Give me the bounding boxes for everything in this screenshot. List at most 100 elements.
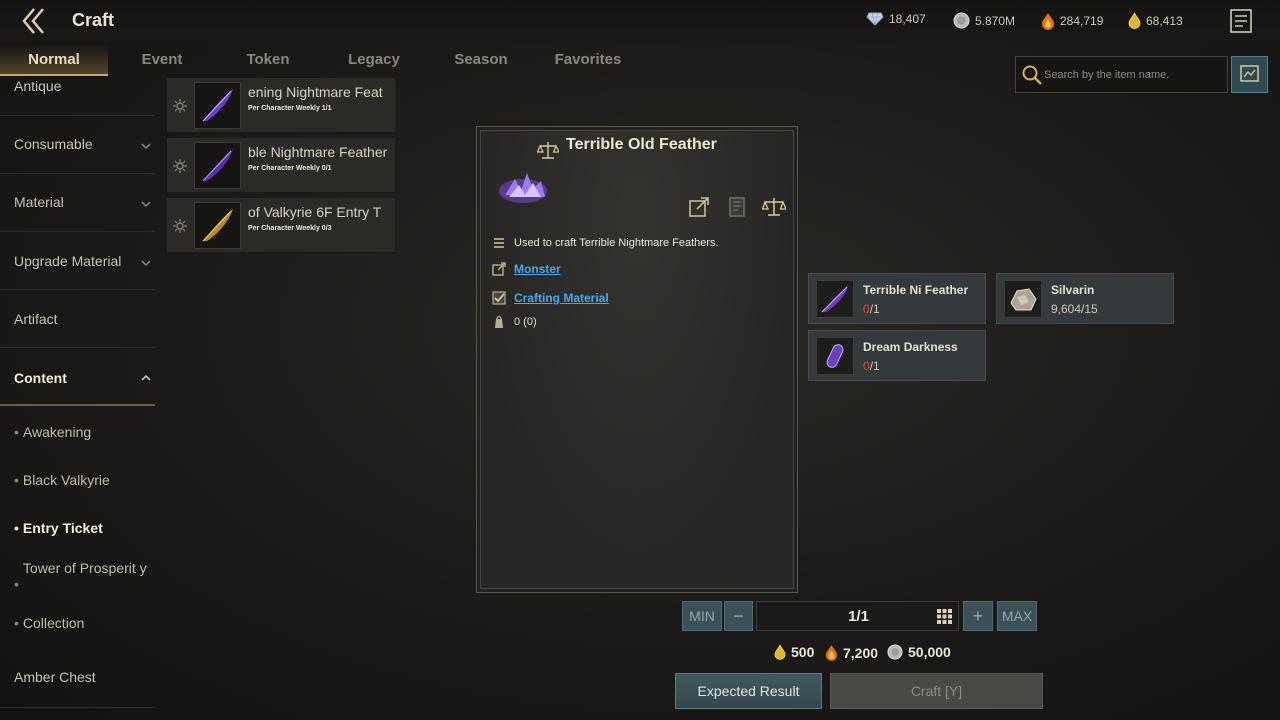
purple-feather-icon — [202, 149, 233, 182]
external-link-icon[interactable] — [687, 195, 711, 219]
min-button[interactable]: MIN — [682, 601, 722, 631]
sidebar-item-artifact[interactable]: Artifact — [0, 290, 155, 348]
sidebar-item-antique[interactable]: Antique — [0, 58, 155, 116]
tab-season[interactable]: Season — [427, 44, 535, 76]
cost-silver: 50,000 — [887, 644, 951, 660]
currency-value: 18,407 — [889, 12, 926, 26]
sidebar-subitem-awakening[interactable]: • Awakening — [14, 424, 154, 440]
chevron-down-icon — [141, 260, 151, 267]
plus-button[interactable]: + — [963, 601, 993, 631]
cost-value: 50,000 — [908, 644, 951, 660]
external-link-icon — [492, 262, 506, 276]
tab-legacy[interactable]: Legacy — [320, 44, 428, 76]
item-description: Used to craft Terrible Nightmare Feather… — [514, 237, 719, 249]
sidebar-subitem-label: Awakening — [22, 424, 92, 440]
bag-icon — [495, 316, 503, 328]
item-thumbnail — [194, 142, 241, 189]
quantity-field[interactable]: 1/1 — [756, 601, 959, 631]
silver-ore-icon — [1010, 288, 1037, 311]
currency-value: 5.870M — [975, 13, 1016, 28]
source-link[interactable]: Monster — [514, 262, 561, 276]
max-button[interactable]: MAX — [997, 601, 1037, 631]
sidebar-subitem-label: Black Valkyrie — [22, 472, 110, 488]
recipe-name: of Valkyrie 6F Entry T — [248, 204, 382, 220]
material-need: /1 — [869, 302, 880, 316]
purple-crystal-feather-icon — [499, 173, 547, 203]
purple-feather-icon — [202, 89, 233, 122]
red-flame-icon — [1042, 13, 1054, 30]
item-thumbnail — [194, 82, 241, 129]
gear-icon — [173, 99, 187, 113]
chevron-down-icon — [141, 201, 151, 208]
double-chevron-left-icon[interactable] — [20, 6, 48, 36]
map-button[interactable] — [1231, 56, 1268, 93]
quantity-value: 1/1 — [848, 608, 869, 625]
golden-feather-icon — [202, 209, 233, 242]
recipe-name: ble Nightmare Feather — [248, 144, 388, 160]
gear-icon — [173, 219, 187, 233]
type-link[interactable]: Crafting Material — [514, 291, 609, 305]
sidebar-subitem-label: Tower of Prosperit y — [22, 560, 147, 576]
currency-silver: 5.870M — [953, 12, 1015, 29]
gold-drop-icon — [1128, 12, 1141, 29]
minus-button[interactable]: − — [724, 601, 753, 631]
recipe-name: ening Nightmare Feat — [248, 84, 383, 100]
red-flame-icon — [825, 645, 838, 661]
owned-count: 0 (0) — [514, 316, 537, 328]
recipe-list-item[interactable]: of Valkyrie 6F Entry T Per Character Wee… — [167, 198, 395, 253]
cost-value: 7,200 — [843, 644, 879, 661]
sidebar-subitem-black-valkyrie[interactable]: • Black Valkyrie — [14, 472, 154, 488]
currency-value: 68,413 — [1146, 13, 1183, 28]
material-thumbnail — [816, 337, 854, 375]
list-menu-icon[interactable] — [1229, 8, 1255, 34]
currency-flame: 284,719 — [1041, 12, 1103, 30]
sidebar-item-upgrade-material[interactable]: Upgrade Material — [0, 232, 155, 290]
material-slot[interactable]: Dream Darkness 0/1 — [808, 330, 986, 381]
tab-token[interactable]: Token — [214, 44, 322, 76]
sidebar-subitem-label: Collection — [22, 615, 85, 631]
sidebar-item-consumable[interactable]: Consumable — [0, 116, 155, 174]
sidebar-subitem-collection[interactable]: • Collection — [14, 615, 154, 631]
sidebar-item-label: Material — [14, 194, 64, 210]
item-title: Terrible Old Feather — [566, 136, 717, 153]
material-quantity: 9,604/15 — [1051, 302, 1098, 316]
material-name: Dream Darkness — [863, 340, 958, 354]
keypad-icon[interactable] — [937, 609, 952, 624]
expected-result-button[interactable]: Expected Result — [675, 673, 822, 709]
top-bar: Craft 18,407 5.870M 284,719 68,413 — [0, 0, 1280, 42]
sidebar-item-material[interactable]: Material — [0, 174, 155, 232]
currency-diamond: 18,407 — [866, 12, 926, 26]
balance-scale-icon[interactable] — [762, 195, 786, 219]
search-box — [1015, 56, 1228, 93]
sidebar-item-amber-chest[interactable]: Amber Chest — [0, 648, 155, 708]
material-name: Silvarin — [1051, 283, 1095, 297]
recipe-limit: Per Character Weekly 0/3 — [248, 225, 332, 232]
item-description-row: Used to craft Terrible Nightmare Feather… — [491, 235, 719, 251]
item-owned-row: 0 (0) — [491, 314, 537, 330]
balance-scale-icon — [537, 142, 559, 159]
sidebar-item-content[interactable]: Content — [0, 348, 155, 406]
silver-coin-icon — [887, 644, 903, 660]
tab-favorites[interactable]: Favorites — [534, 44, 642, 76]
sidebar-item-label: Consumable — [14, 136, 93, 152]
material-need: /1 — [869, 359, 880, 373]
chevron-up-icon — [141, 374, 151, 381]
material-have: 9,604 — [1051, 302, 1082, 316]
item-source-row: Monster — [491, 261, 561, 277]
search-input[interactable] — [1044, 64, 1224, 86]
material-slot[interactable]: Silvarin 9,604/15 — [996, 273, 1174, 324]
sidebar-subitem-tower-of-prosperity[interactable]: • Tower of Prosperit y — [14, 560, 154, 592]
search-icon — [1022, 65, 1042, 85]
recipe-list-item[interactable]: ening Nightmare Feat Per Character Weekl… — [167, 78, 395, 133]
material-quantity: 0/1 — [863, 302, 880, 316]
cost-flame: 7,200 — [825, 644, 878, 661]
book-icon[interactable] — [725, 195, 749, 219]
sidebar-subitem-entry-ticket[interactable]: • Entry Ticket — [14, 520, 154, 536]
category-sidebar: Antique Consumable Material Upgrade Mate… — [0, 76, 160, 720]
craft-button[interactable]: Craft [Y] — [830, 673, 1043, 709]
material-have: 0 — [863, 359, 870, 373]
recipe-limit: Per Character Weekly 0/1 — [248, 165, 332, 172]
material-slot[interactable]: Terrible Ni Feather 0/1 — [808, 273, 986, 324]
gold-drop-icon — [774, 644, 786, 660]
recipe-list-item[interactable]: ble Nightmare Feather Per Character Week… — [167, 138, 395, 193]
